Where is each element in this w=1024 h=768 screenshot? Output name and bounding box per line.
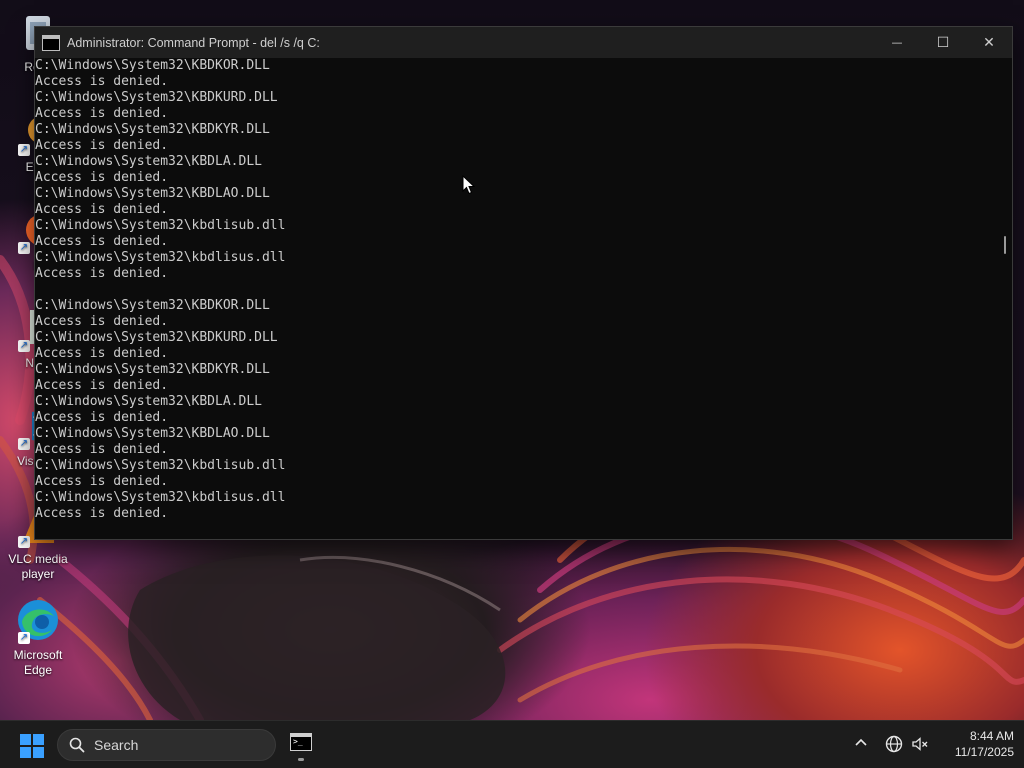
console-line: Access is denied. (35, 202, 169, 217)
minimize-icon: — (891, 36, 903, 49)
console-line: Access is denied. (35, 506, 169, 521)
console-line: C:\Windows\System32\KBDKOR.DLL (35, 58, 270, 73)
console-line: Access is denied. (35, 314, 169, 329)
edge-icon: ↗ (14, 596, 62, 644)
console-line: C:\Windows\System32\kbdlisub.dll (35, 218, 286, 233)
console-line: Access is denied. (35, 410, 169, 425)
console-line: C:\Windows\System32\KBDKURD.DLL (35, 90, 278, 105)
desktop-icon-label: Microsoft Edge (13, 648, 63, 677)
console-line: Access is denied. (35, 170, 169, 185)
console-line: Access is denied. (35, 266, 169, 281)
console-line: Access is denied. (35, 442, 169, 457)
mouse-pointer-icon (462, 175, 476, 195)
console-line: C:\Windows\System32\KBDKOR.DLL (35, 298, 270, 313)
shortcut-arrow-icon: ↗ (18, 340, 30, 352)
command-prompt-window[interactable]: Administrator: Command Prompt - del /s /… (34, 26, 1013, 540)
show-hidden-icons-button[interactable] (853, 735, 871, 753)
taskbar-clock[interactable]: 8:44 AM 11/17/2025 (936, 728, 1014, 760)
globe-icon (885, 735, 903, 753)
console-line: Access is denied. (35, 138, 169, 153)
minimize-button[interactable]: — (874, 27, 920, 58)
volume-button[interactable] (910, 734, 930, 754)
network-globe-button[interactable] (884, 734, 904, 754)
console-line: Access is denied. (35, 106, 169, 121)
maximize-button[interactable]: ☐ (920, 27, 966, 58)
taskbar-app-command-prompt[interactable] (285, 727, 317, 761)
console-line: Access is denied. (35, 474, 169, 489)
shortcut-arrow-icon: ↗ (18, 536, 30, 548)
console-line: C:\Windows\System32\KBDKURD.DLL (35, 330, 278, 345)
clock-time: 8:44 AM (969, 729, 1014, 743)
console-line: C:\Windows\System32\kbdlisus.dll (35, 490, 286, 505)
start-button[interactable] (20, 734, 44, 758)
chevron-up-icon (855, 738, 867, 746)
vertical-scrollbar[interactable] (998, 58, 1012, 539)
console-line: C:\Windows\System32\KBDKYR.DLL (35, 362, 270, 377)
shortcut-arrow-icon: ↗ (18, 438, 30, 450)
taskbar-search-box[interactable]: Search (57, 729, 276, 761)
terminal-icon (290, 733, 312, 751)
clock-date: 11/17/2025 (954, 745, 1014, 759)
console-line: C:\Windows\System32\KBDKYR.DLL (35, 122, 270, 137)
desktop-icon-label: VLC media player (8, 552, 68, 581)
window-titlebar[interactable]: Administrator: Command Prompt - del /s /… (35, 27, 1012, 58)
console-line: C:\Windows\System32\KBDLA.DLL (35, 154, 262, 169)
maximize-icon: ☐ (936, 34, 950, 51)
command-prompt-icon (42, 34, 60, 51)
console-line: C:\Windows\System32\KBDLA.DLL (35, 394, 262, 409)
close-icon: ✕ (983, 34, 995, 51)
console-line: Access is denied. (35, 74, 169, 89)
search-icon (69, 737, 85, 753)
console-line: Access is denied. (35, 346, 169, 361)
close-button[interactable]: ✕ (966, 27, 1012, 58)
console-line: Access is denied. (35, 378, 169, 393)
windows-logo-icon (20, 734, 31, 745)
shortcut-arrow-icon: ↗ (18, 632, 30, 644)
search-label: Search (94, 737, 139, 753)
shortcut-arrow-icon: ↗ (18, 242, 30, 254)
console-output[interactable]: C:\Windows\System32\KBDKOR.DLL Access is… (35, 58, 998, 539)
console-line: Access is denied. (35, 234, 169, 249)
console-line: C:\Windows\System32\kbdlisus.dll (35, 250, 286, 265)
taskbar: Search 8:44 AM 11/17/2025 (0, 720, 1024, 768)
window-title: Administrator: Command Prompt - del /s /… (67, 35, 320, 50)
speaker-muted-icon (912, 737, 928, 751)
desktop-icon-edge[interactable]: ↗ Microsoft Edge (0, 596, 76, 678)
scrollbar-thumb[interactable] (1004, 236, 1006, 254)
console-line: C:\Windows\System32\KBDLAO.DLL (35, 186, 270, 201)
console-line: C:\Windows\System32\KBDLAO.DLL (35, 426, 270, 441)
active-app-indicator (298, 758, 304, 761)
shortcut-arrow-icon: ↗ (18, 144, 30, 156)
console-line: C:\Windows\System32\kbdlisub.dll (35, 458, 286, 473)
